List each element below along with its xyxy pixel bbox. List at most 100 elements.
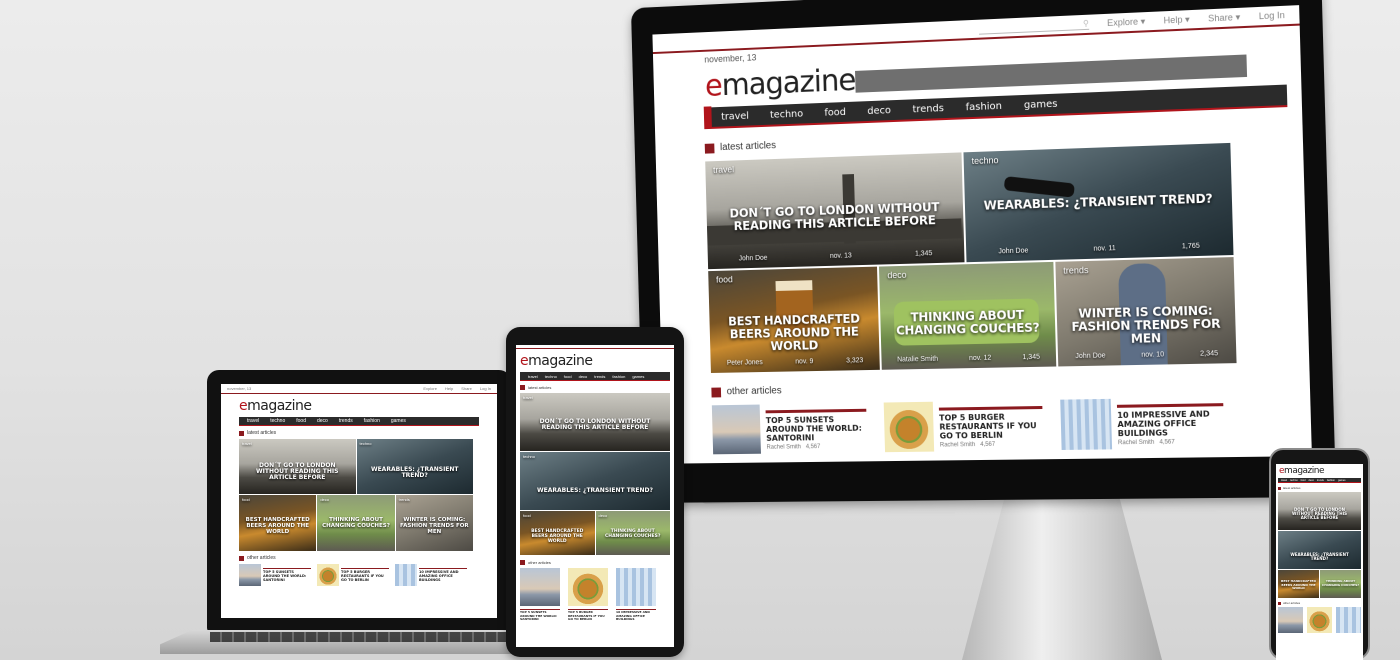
section-marker <box>520 560 525 565</box>
other-articles-heading: other articles <box>711 376 1310 397</box>
sunset-thumbnail <box>520 568 560 606</box>
building-thumbnail <box>1060 398 1113 450</box>
article-tile-techno[interactable]: Wearables: ¿transient trend? <box>1278 531 1361 569</box>
nav-item-food[interactable]: food <box>824 106 846 118</box>
article-tile-travel[interactable]: travel Don´t go to London without readin… <box>705 152 965 270</box>
article-meta: John Doe nov. 11 1,765 <box>998 242 1200 256</box>
tablet: emagazine travel techno food deco trends fash… <box>506 327 684 657</box>
burger-thumbnail <box>883 401 935 453</box>
laptop-top-bar: november, 13 Explore Help Share Log In <box>221 384 497 394</box>
section-marker <box>239 555 244 561</box>
latest-articles-heading: latest articles <box>520 385 674 390</box>
other-articles-heading: other articles <box>520 560 674 565</box>
other-article-item[interactable]: Top 5 burger restaurants if you go to Be… <box>317 564 389 586</box>
monitor-stand <box>962 492 1162 660</box>
nav-item-travel[interactable]: travel <box>721 110 749 122</box>
nav-item-fashion[interactable]: fashion <box>966 100 1003 112</box>
article-tile-techno[interactable]: techno Wearables: ¿transient trend? John… <box>963 142 1234 263</box>
other-article-item[interactable]: Top 5 sunsets around the world: Santorin… <box>520 568 560 622</box>
article-tile-travel[interactable]: travel Don´t go to London without reading… <box>520 393 670 451</box>
burger-thumbnail <box>568 568 608 606</box>
desktop-screen: ⚲ Explore ▾ Help ▾ Share ▾ Log In novemb… <box>652 5 1312 464</box>
other-article-item[interactable]: Top 5 sunsets around the world: Santorin… <box>711 403 868 455</box>
article-title[interactable]: Best handcrafted beers around the world <box>709 311 879 354</box>
other-article-item[interactable]: 10 impressive and amazing office buildin… <box>395 564 467 586</box>
nav-item-games[interactable]: games <box>1024 98 1058 110</box>
site-logo[interactable]: emagazine <box>221 394 497 414</box>
section-marker <box>1278 486 1281 490</box>
tablet-screen: emagazine travel techno food deco trends fash… <box>516 345 674 647</box>
other-article-item[interactable]: Top 5 sunsets around the world: Santorin… <box>239 564 311 586</box>
other-article-item[interactable]: 10 impressive and amazing office buildin… <box>1060 397 1224 450</box>
share-link[interactable]: Share ▾ <box>1208 11 1240 24</box>
section-marker <box>711 387 722 397</box>
article-tile-travel[interactable]: Don´t go to London without reading this … <box>1278 492 1361 530</box>
site-logo[interactable]: emagazine <box>1276 464 1363 476</box>
sunset-thumbnail[interactable] <box>1278 607 1303 633</box>
title-bar <box>765 408 867 414</box>
nav-item-techno[interactable]: techno <box>770 108 803 120</box>
title-bar <box>1116 403 1224 408</box>
article-meta: John Doe nov. 13 1,345 <box>738 250 933 263</box>
latest-articles-grid: Don´t go to London without reading this … <box>1278 492 1361 598</box>
title-bar <box>938 405 1043 411</box>
article-tile-trends[interactable]: trends Winter is coming: fashion trends f… <box>395 495 473 551</box>
latest-articles-grid: travel Don´t go to London without readin… <box>705 142 1237 373</box>
article-tile-deco[interactable]: Thinking about changing couches? <box>1320 570 1361 598</box>
article-title[interactable]: Winter is coming: fashion trends for men <box>1056 303 1236 347</box>
nav-item-trends[interactable]: trends <box>912 103 944 115</box>
article-tile-food[interactable]: Best handcrafted beers around the world <box>1278 570 1319 598</box>
other-articles-list: Top 5 sunsets around the world: Santorin… <box>239 564 497 586</box>
help-link[interactable]: Help ▾ <box>1163 14 1189 26</box>
phone-screen: emagazine travel techno food deco trends fash… <box>1276 464 1363 660</box>
article-tile-techno[interactable]: techno Wearables: ¿transient trend? <box>356 439 473 494</box>
explore-link[interactable]: Explore ▾ <box>1107 16 1145 29</box>
other-articles-heading: other articles <box>239 555 497 561</box>
other-articles-list <box>1278 607 1363 633</box>
other-article-item[interactable]: 10 impressive and amazing office buildin… <box>616 568 656 622</box>
article-tile-travel[interactable]: travel Don´t go to London without reading… <box>239 439 356 494</box>
latest-articles-grid: travel Don´t go to London without reading… <box>239 439 473 551</box>
article-tile-deco[interactable]: deco Thinking about changing couches? Na… <box>879 261 1056 370</box>
other-article-item[interactable]: Top 5 burger restaurants if you go to Be… <box>568 568 608 622</box>
building-thumbnail <box>616 568 656 606</box>
search-input[interactable]: ⚲ <box>978 18 1090 35</box>
latest-articles-grid: travel Don´t go to London without reading… <box>520 393 670 555</box>
main-nav: travel techno food deco trends fashion games <box>520 372 670 381</box>
section-marker <box>1278 601 1281 605</box>
laptop-keyboard <box>210 632 510 642</box>
article-tile-deco[interactable]: deco Thinking about changing couches? <box>595 511 670 555</box>
main-nav: travel techno food deco trends fashion games <box>239 417 479 426</box>
article-meta: Peter Jones nov. 9 3,323 <box>726 357 864 367</box>
nav-accent <box>703 106 712 129</box>
article-title[interactable]: Wearables: ¿transient trend? <box>965 192 1232 213</box>
article-tile-trends[interactable]: trends Winter is coming: fashion trends … <box>1055 257 1237 367</box>
laptop-screen: november, 13 Explore Help Share Log In emag… <box>221 384 497 618</box>
article-tile-deco[interactable]: deco Thinking about changing couches? <box>317 495 395 551</box>
building-thumbnail <box>395 564 417 586</box>
search-icon[interactable]: ⚲ <box>1083 18 1089 28</box>
sunset-thumbnail <box>239 564 261 586</box>
latest-articles-heading: latest articles <box>1278 486 1363 490</box>
burger-thumbnail[interactable] <box>1307 607 1332 633</box>
building-thumbnail[interactable] <box>1336 607 1361 633</box>
article-tile-techno[interactable]: techno Wearables: ¿transient trend? <box>520 452 670 510</box>
burger-thumbnail <box>317 564 339 586</box>
article-tile-food[interactable]: food Best handcrafted beers around the wo… <box>520 511 595 555</box>
site-logo[interactable]: emagazine <box>516 349 674 369</box>
smartphone: emagazine travel techno food deco trends fash… <box>1269 448 1370 660</box>
article-meta: Natalie Smith nov. 12 1,345 <box>897 353 1041 364</box>
other-articles-heading: other articles <box>1278 601 1363 605</box>
sunset-thumbnail <box>711 404 761 455</box>
login-link[interactable]: Log In <box>1259 10 1285 21</box>
section-marker <box>520 385 525 390</box>
article-tile-food[interactable]: food Best handcrafted beers around the w… <box>708 266 881 373</box>
other-article-item[interactable]: Top 5 burger restaurants if you go to Be… <box>883 400 1044 453</box>
article-tile-food[interactable]: food Best handcrafted beers around the wo… <box>239 495 317 551</box>
article-title[interactable]: Thinking about changing couches? <box>881 308 1055 338</box>
site-logo[interactable]: emagazine <box>705 63 856 104</box>
nav-item-deco[interactable]: deco <box>867 105 891 117</box>
other-articles-list: Top 5 sunsets around the world: Santorin… <box>711 396 1312 455</box>
main-nav: travel techno food deco trends fashion games <box>1278 478 1361 483</box>
phone-in-hand-illustration <box>1003 176 1075 198</box>
